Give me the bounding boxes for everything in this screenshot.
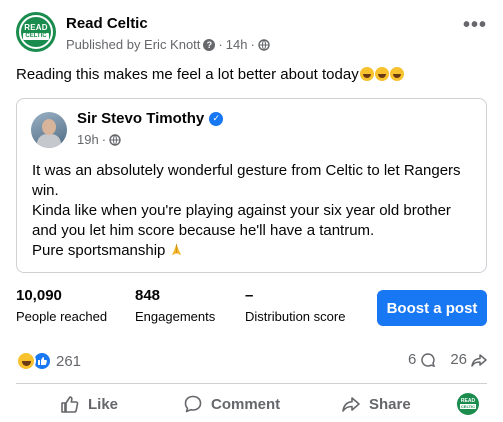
engagements-stat: 848 Engagements (135, 287, 215, 324)
shared-post-card[interactable]: Sir Stevo Timothy ✓ 19h · It was an abso… (16, 98, 487, 273)
shared-author-label: Sir Stevo Timothy (77, 110, 205, 127)
post-text: Reading this makes me feel a lot better … (16, 66, 404, 83)
shared-author-avatar[interactable] (31, 112, 67, 148)
post-header: READ CELTIC Read Celtic Published by Eri… (16, 12, 487, 58)
read-celtic-logo: READ CELTIC (19, 15, 53, 49)
thumbs-up-icon (61, 396, 79, 413)
shared-author-name[interactable]: Sir Stevo Timothy ✓ (77, 110, 224, 127)
reaction-summary[interactable]: 261 (16, 351, 81, 371)
question-icon[interactable]: ? (203, 38, 216, 51)
share-icon (342, 397, 360, 412)
share-count-value: 26 (450, 351, 467, 368)
like-button[interactable]: Like (60, 388, 118, 420)
engagements-value: 848 (135, 287, 161, 304)
laughing-emoji-icon (359, 67, 374, 81)
engagement-counts: 6 26 (408, 351, 487, 368)
globe-icon (258, 38, 270, 51)
avatar-body (37, 134, 61, 148)
distribution-score-value: – (245, 287, 254, 304)
people-reached-value: 10,090 (16, 287, 62, 304)
laughing-emoji-icon (389, 67, 404, 81)
divider (16, 383, 487, 384)
separator-dot: · (101, 132, 107, 147)
shared-text-line-last: Pure sportsmanship (32, 241, 477, 261)
boost-post-button[interactable]: Boost a post (377, 290, 487, 326)
comment-bubble-icon (421, 352, 436, 367)
verified-badge-icon: ✓ (209, 111, 224, 126)
like-label: Like (88, 395, 119, 413)
shared-text-line: Pure sportsmanship (32, 242, 166, 259)
comment-icon (184, 395, 202, 413)
people-reached-label: People reached (16, 309, 108, 324)
shared-post-meta: 19h · (77, 132, 121, 147)
post-text-content: Reading this makes me feel a lot better … (16, 66, 359, 83)
reaction-count: 261 (56, 352, 82, 370)
engagements-label: Engagements (135, 309, 216, 324)
separator-dot: · (250, 37, 255, 52)
reactions-bar: 261 6 26 (16, 351, 487, 373)
avatar-face (42, 119, 56, 135)
post-meta: Published by Eric Knott ? · 14h · (66, 37, 270, 52)
comment-count-value: 6 (407, 351, 417, 368)
logo-text-top: READ (24, 23, 48, 32)
laughing-emoji-icon (374, 67, 389, 81)
comment-button[interactable]: Comment (183, 388, 280, 420)
comment-label: Comment (211, 395, 281, 413)
people-reached-stat: 10,090 People reached (16, 287, 107, 324)
logo-text-bottom: CELTIC (23, 33, 49, 40)
share-arrow-icon (471, 353, 487, 367)
shared-text-line: Kinda like when you're playing against y… (32, 202, 451, 219)
more-options-icon[interactable]: ••• (463, 15, 487, 35)
globe-icon (109, 133, 121, 146)
comment-count[interactable]: 6 (408, 351, 436, 368)
shared-post-text: It was an absolutely wonderful gesture f… (32, 161, 477, 261)
post-insights: 10,090 People reached 848 Engagements – … (16, 287, 487, 327)
mini-logo-bottom: CELTIC (459, 404, 477, 409)
shared-text-line: It was an absolutely wonderful gesture f… (32, 162, 461, 179)
shared-text-line: and you let him score because he'll have… (32, 222, 375, 239)
separator-dot: · (218, 37, 223, 52)
share-label: Share (369, 395, 411, 413)
shared-text-line: win. (32, 182, 59, 199)
praying-hands-icon (171, 243, 181, 256)
haha-reaction-icon (16, 351, 36, 371)
share-count[interactable]: 26 (450, 351, 487, 368)
distribution-score-label: Distribution score (245, 309, 346, 324)
page-avatar[interactable]: READ CELTIC (16, 12, 56, 52)
published-by[interactable]: Published by Eric Knott (66, 37, 200, 52)
post-actions: Like Comment Share READ CELTIC (16, 388, 487, 420)
share-button[interactable]: Share (341, 388, 411, 420)
post-time[interactable]: 14h (226, 37, 248, 52)
distribution-score-stat: – Distribution score (245, 287, 345, 324)
page-name[interactable]: Read Celtic (66, 15, 148, 32)
shared-post-time[interactable]: 19h (77, 132, 99, 147)
post-as-page-avatar[interactable]: READ CELTIC (457, 393, 479, 415)
